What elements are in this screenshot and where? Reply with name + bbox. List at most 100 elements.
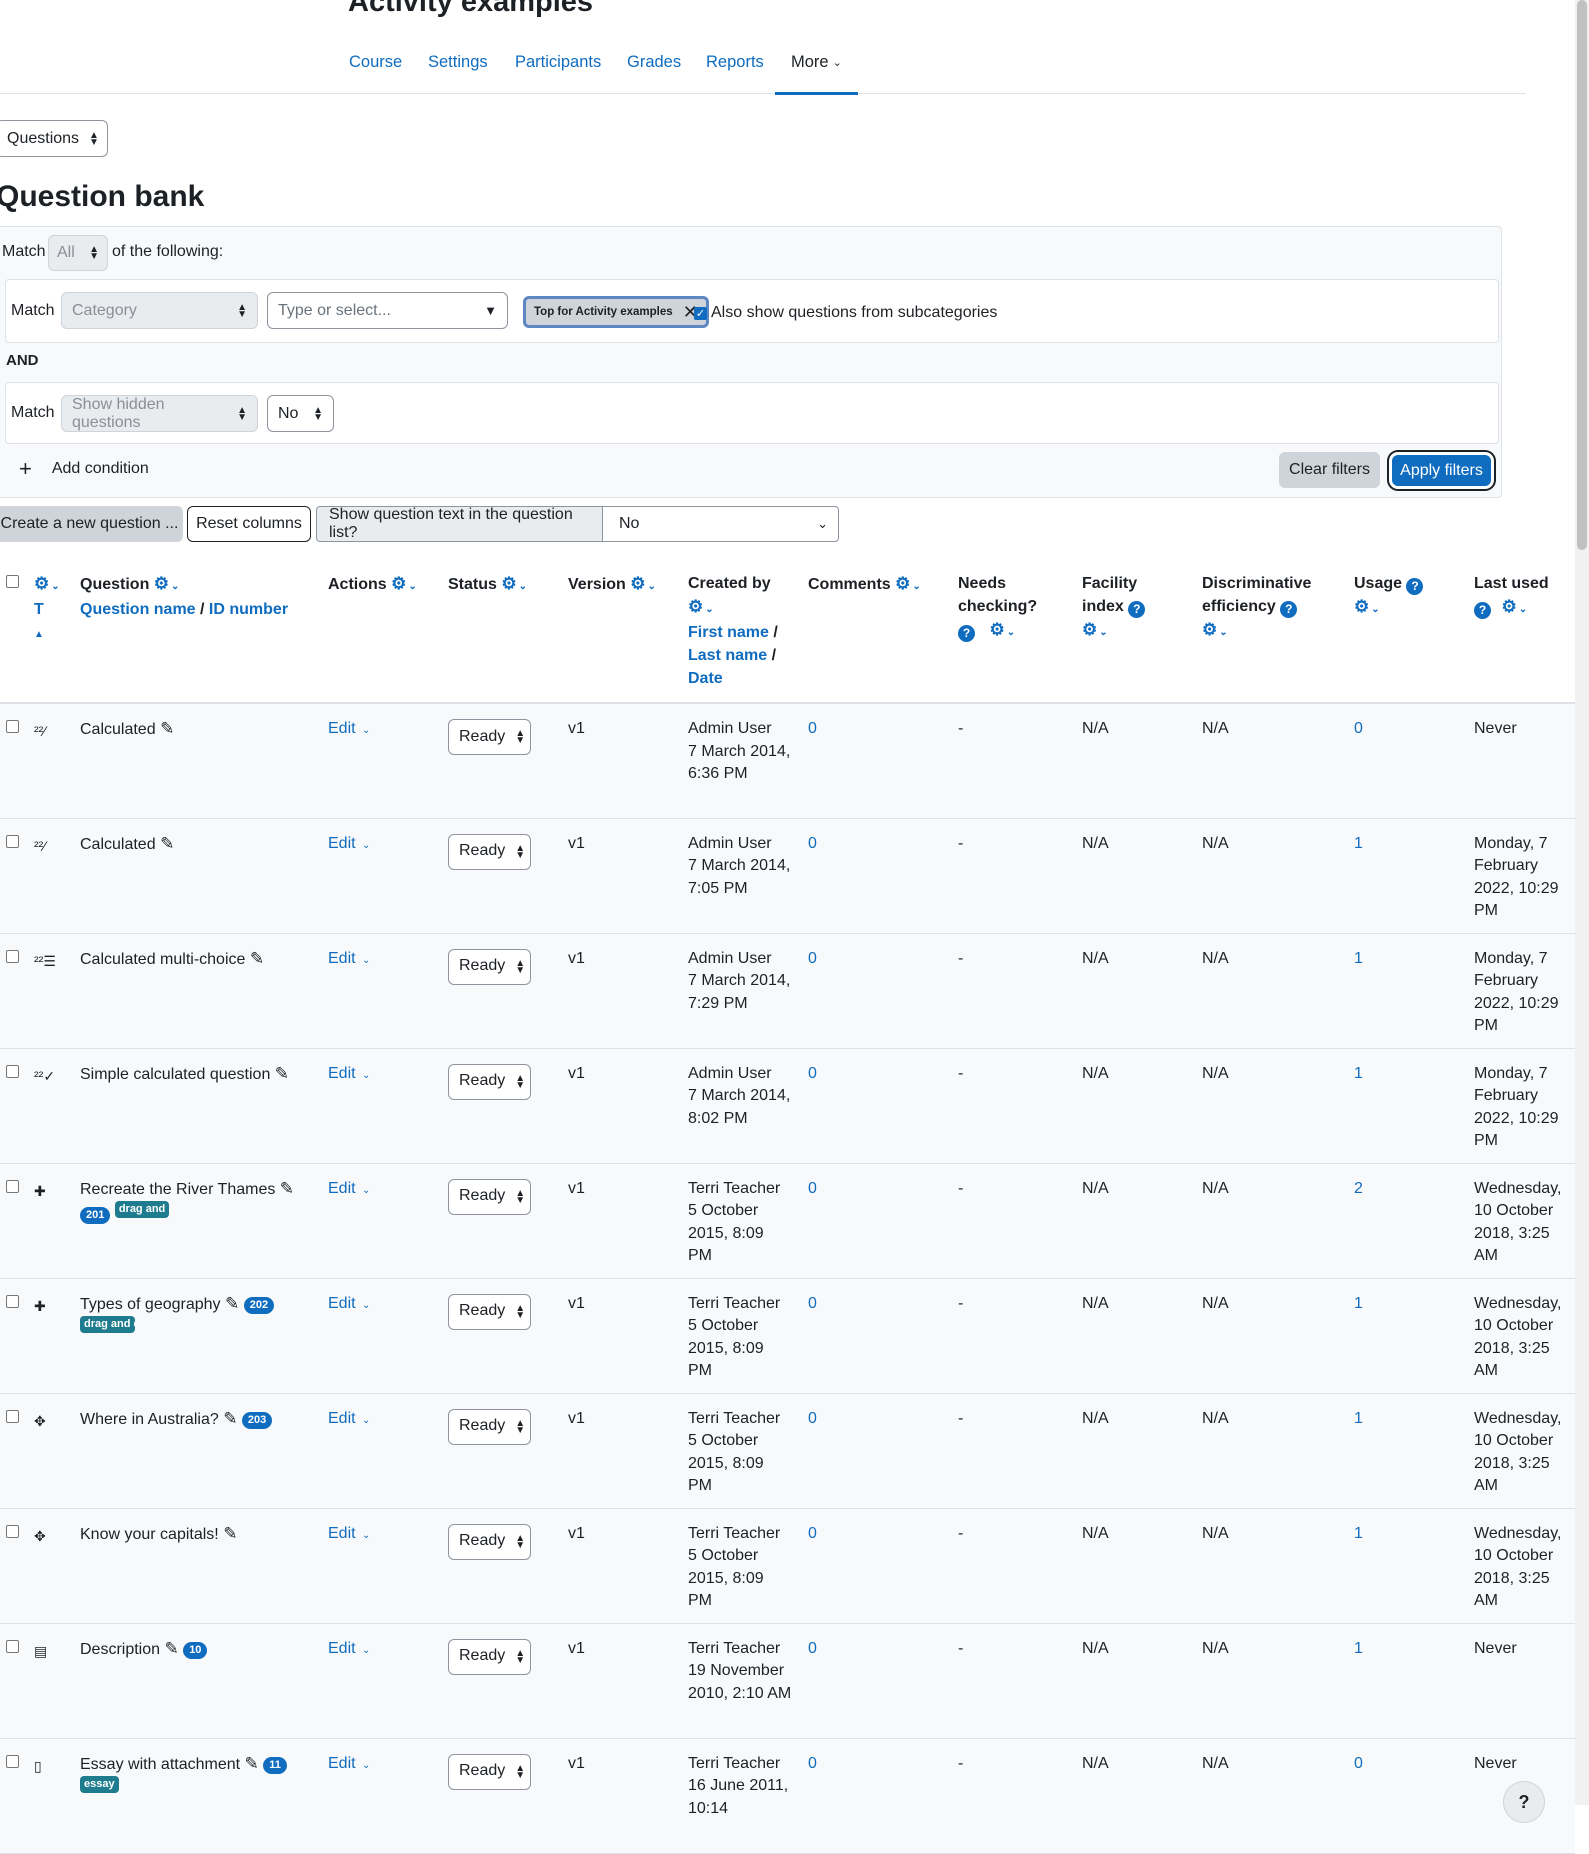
gear-icon[interactable]: ⚙ bbox=[1354, 597, 1369, 616]
status-select[interactable]: Ready ▲ ▼ bbox=[448, 1178, 531, 1215]
clear-filters-button[interactable]: Clear filters bbox=[1279, 452, 1380, 488]
comments-link[interactable]: 0 bbox=[808, 720, 817, 737]
help-icon[interactable]: ? bbox=[1128, 601, 1146, 618]
comments-link[interactable]: 0 bbox=[808, 1525, 817, 1542]
edit-menu-link[interactable]: Edit ⌄ bbox=[328, 1525, 370, 1542]
add-condition-button[interactable]: + Add condition bbox=[19, 456, 149, 482]
pencil-icon[interactable]: ✎ bbox=[280, 1179, 294, 1198]
create-question-button[interactable]: Create a new question ... bbox=[0, 506, 183, 542]
edit-menu-link[interactable]: Edit ⌄ bbox=[328, 1640, 370, 1657]
comments-link[interactable]: 0 bbox=[808, 835, 817, 852]
nav-participants[interactable]: Participants bbox=[499, 40, 617, 94]
pencil-icon[interactable]: ✎ bbox=[223, 1409, 237, 1428]
status-select[interactable]: Ready ▲ ▼ bbox=[448, 1753, 531, 1790]
pencil-icon[interactable]: ✎ bbox=[164, 1639, 178, 1658]
gear-icon[interactable]: ⚙ bbox=[391, 574, 406, 593]
help-icon[interactable]: ? bbox=[1474, 602, 1491, 619]
edit-menu-link[interactable]: Edit ⌄ bbox=[328, 1180, 370, 1197]
usage-link[interactable]: 0 bbox=[1354, 720, 1363, 737]
pencil-icon[interactable]: ✎ bbox=[160, 834, 174, 853]
status-select[interactable]: Ready ▲ ▼ bbox=[448, 948, 531, 985]
status-select[interactable]: Ready ▲ ▼ bbox=[448, 1293, 531, 1330]
gear-icon[interactable]: ⚙ bbox=[501, 574, 516, 593]
pencil-icon[interactable]: ✎ bbox=[245, 1754, 259, 1773]
usage-link[interactable]: 1 bbox=[1354, 1525, 1363, 1542]
row-select-checkbox[interactable] bbox=[6, 1409, 19, 1423]
row-select-checkbox[interactable] bbox=[6, 834, 19, 848]
show-question-text-select[interactable]: No ⌄ bbox=[602, 506, 839, 542]
gear-icon[interactable]: ⚙ bbox=[688, 597, 703, 616]
pencil-icon[interactable]: ✎ bbox=[275, 1064, 289, 1083]
row-select-checkbox[interactable] bbox=[6, 1754, 19, 1768]
gear-icon[interactable]: ⚙ bbox=[895, 574, 910, 593]
usage-link[interactable]: 1 bbox=[1354, 835, 1363, 852]
checkbox-checked-icon[interactable]: ✓ bbox=[694, 306, 707, 320]
usage-link[interactable]: 1 bbox=[1354, 1640, 1363, 1657]
comments-link[interactable]: 0 bbox=[808, 1065, 817, 1082]
help-floating-button[interactable]: ? bbox=[1503, 1781, 1545, 1823]
comments-link[interactable]: 0 bbox=[808, 950, 817, 967]
pencil-icon[interactable]: ✎ bbox=[160, 719, 174, 738]
select-all-checkbox[interactable] bbox=[6, 575, 19, 588]
comments-link[interactable]: 0 bbox=[808, 1755, 817, 1772]
subcategories-toggle[interactable]: ✓ Also show questions from subcategories bbox=[694, 304, 997, 322]
sort-question-name-link[interactable]: Question name bbox=[80, 601, 196, 618]
comments-link[interactable]: 0 bbox=[808, 1295, 817, 1312]
question-bank-jump-select[interactable]: Questions ▲ ▼ bbox=[0, 120, 108, 157]
cond1-type-select[interactable]: Category ▲ ▼ bbox=[61, 292, 258, 329]
row-select-checkbox[interactable] bbox=[6, 1524, 19, 1538]
usage-link[interactable]: 1 bbox=[1354, 950, 1363, 967]
gear-icon[interactable]: ⚙ bbox=[1501, 597, 1516, 616]
nav-course[interactable]: Course bbox=[333, 40, 418, 94]
help-icon[interactable]: ? bbox=[1406, 578, 1424, 595]
row-select-checkbox[interactable] bbox=[6, 1064, 19, 1078]
row-select-checkbox[interactable] bbox=[6, 949, 19, 963]
sort-first-name-link[interactable]: First name bbox=[688, 624, 769, 641]
pencil-icon[interactable]: ✎ bbox=[250, 949, 264, 968]
question-tag-badge[interactable]: essay bbox=[80, 1776, 119, 1793]
edit-menu-link[interactable]: Edit ⌄ bbox=[328, 835, 370, 852]
status-select[interactable]: Ready ▲ ▼ bbox=[448, 1408, 531, 1445]
nav-reports[interactable]: Reports bbox=[690, 40, 780, 94]
question-tag-badge[interactable]: drag and dr bbox=[80, 1316, 135, 1333]
apply-filters-button[interactable]: Apply filters bbox=[1392, 455, 1491, 486]
nav-settings[interactable]: Settings bbox=[412, 40, 504, 94]
comments-link[interactable]: 0 bbox=[808, 1410, 817, 1427]
row-select-checkbox[interactable] bbox=[6, 1639, 19, 1653]
comments-link[interactable]: 0 bbox=[808, 1640, 817, 1657]
question-tag-badge[interactable]: drag and bbox=[114, 1201, 170, 1218]
sort-type-link[interactable]: T bbox=[34, 601, 44, 618]
edit-menu-link[interactable]: Edit ⌄ bbox=[328, 1755, 370, 1772]
status-select[interactable]: Ready ▲ ▼ bbox=[448, 1638, 531, 1675]
gear-icon[interactable]: ⚙ bbox=[1202, 620, 1217, 639]
nav-grades[interactable]: Grades bbox=[611, 40, 697, 94]
cond2-type-select[interactable]: Show hidden questions ▲ ▼ bbox=[61, 395, 258, 432]
pencil-icon[interactable]: ✎ bbox=[223, 1524, 237, 1543]
category-tag[interactable]: Top for Activity examples ✕ bbox=[523, 296, 709, 328]
usage-link[interactable]: 2 bbox=[1354, 1180, 1363, 1197]
gear-icon[interactable]: ⚙ bbox=[1082, 620, 1097, 639]
gear-icon[interactable]: ⚙ bbox=[989, 620, 1004, 639]
edit-menu-link[interactable]: Edit ⌄ bbox=[328, 1410, 370, 1427]
pencil-icon[interactable]: ✎ bbox=[225, 1294, 239, 1313]
edit-menu-link[interactable]: Edit ⌄ bbox=[328, 1295, 370, 1312]
gear-icon[interactable]: ⚙ bbox=[630, 574, 645, 593]
usage-link[interactable]: 0 bbox=[1354, 1755, 1363, 1772]
status-select[interactable]: Ready ▲ ▼ bbox=[448, 1523, 531, 1560]
status-select[interactable]: Ready ▲ ▼ bbox=[448, 719, 531, 755]
help-icon[interactable]: ? bbox=[1280, 601, 1298, 618]
status-select[interactable]: Ready ▲ ▼ bbox=[448, 833, 531, 870]
cond1-category-input[interactable]: Type or select... ▼ bbox=[267, 292, 508, 329]
usage-link[interactable]: 1 bbox=[1354, 1295, 1363, 1312]
sort-id-number-link[interactable]: ID number bbox=[209, 601, 288, 618]
usage-link[interactable]: 1 bbox=[1354, 1410, 1363, 1427]
sort-date-link[interactable]: Date bbox=[688, 670, 723, 687]
edit-menu-link[interactable]: Edit ⌄ bbox=[328, 1065, 370, 1082]
filter-match-select[interactable]: All ▲ ▼ bbox=[48, 235, 108, 271]
gear-icon[interactable]: ⚙ bbox=[154, 574, 169, 593]
edit-menu-link[interactable]: Edit ⌄ bbox=[328, 720, 370, 737]
edit-menu-link[interactable]: Edit ⌄ bbox=[328, 950, 370, 967]
reset-columns-button[interactable]: Reset columns bbox=[187, 506, 311, 542]
help-icon[interactable]: ? bbox=[958, 625, 975, 642]
nav-more[interactable]: More ⌄ bbox=[775, 40, 858, 95]
